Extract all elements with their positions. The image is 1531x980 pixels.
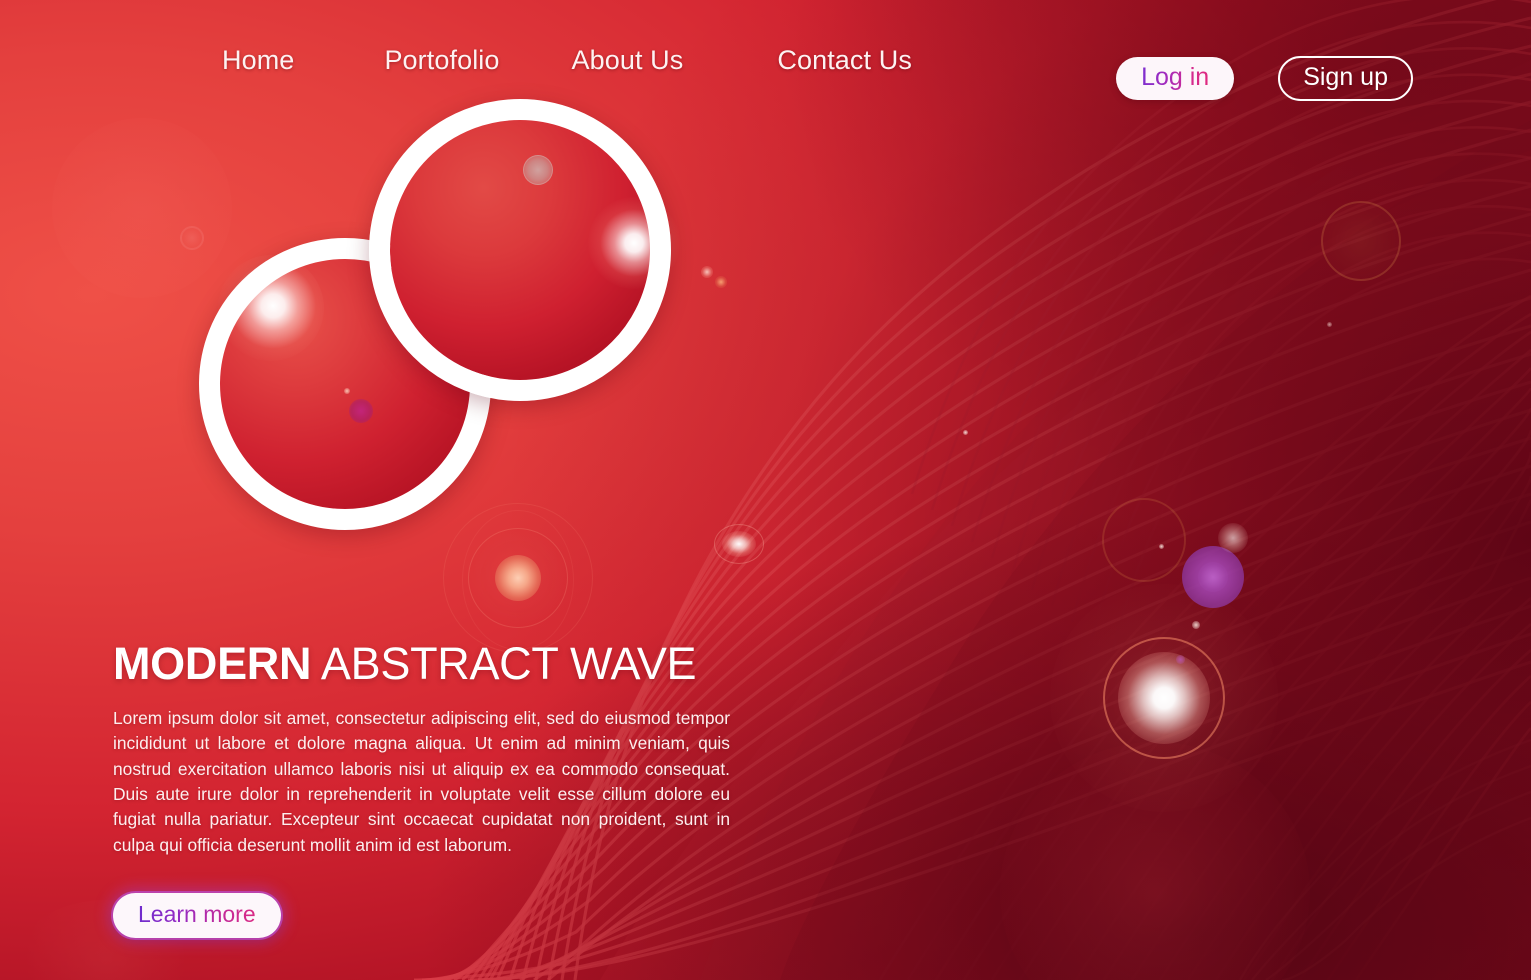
micro-flare-2 — [1176, 655, 1185, 664]
purple-lens-orb — [1182, 546, 1244, 608]
micro-flare-4 — [963, 430, 968, 435]
white-streak-ring — [714, 524, 764, 564]
signup-button[interactable]: Sign up — [1278, 56, 1413, 101]
micro-flare-1 — [1192, 621, 1200, 629]
main-flare-ring — [1103, 637, 1225, 759]
bottom-red-glow — [1000, 742, 1310, 980]
purple-orb-core — [1198, 562, 1228, 592]
small-white-orb — [1218, 523, 1248, 553]
orange-flare-ring-top — [1321, 201, 1401, 281]
main-flare-halo — [1050, 584, 1278, 812]
sphere-upper-highlight — [588, 197, 680, 289]
hero-section: MODERN ABSTRACT WAVE Lorem ipsum dolor s… — [113, 641, 743, 939]
faint-ring-bokeh — [180, 226, 204, 250]
sphere-lower-left — [220, 259, 470, 509]
soft-bokeh-blob — [52, 118, 232, 298]
micro-flare-3 — [1159, 544, 1164, 549]
main-white-lens-flare — [1118, 652, 1210, 744]
nav-item-contact-us[interactable]: Contact Us — [777, 45, 912, 76]
sphere-lower-highlight — [218, 255, 324, 361]
peach-flare-ring-2 — [443, 503, 593, 653]
nav-actions: Log in Sign up — [1116, 56, 1413, 101]
small-bokeh-dot-b — [715, 276, 727, 288]
learn-more-button[interactable]: Learn more — [113, 892, 281, 939]
sphere-upper-right — [390, 120, 650, 380]
ring-lower-left — [199, 238, 491, 530]
hero-title-strong: MODERN — [113, 638, 312, 689]
hero-title-light: ABSTRACT WAVE — [311, 638, 697, 689]
ring-upper-right — [369, 99, 671, 401]
nav-item-portofolio[interactable]: Portofolio — [384, 45, 499, 76]
orange-flare-ring-mid — [1102, 498, 1186, 582]
learn-more-label: Learn more — [138, 900, 256, 927]
nav-links: Home Portofolio About Us Contact Us — [222, 45, 912, 76]
micro-flare-5 — [1327, 322, 1332, 327]
small-bokeh-dot-a — [701, 266, 713, 278]
magenta-bokeh-dot — [349, 399, 373, 423]
hero-body-text: Lorem ipsum dolor sit amet, consectetur … — [113, 708, 730, 855]
grey-bokeh-dot — [523, 155, 553, 185]
peach-lens-flare — [495, 555, 541, 601]
login-button[interactable]: Log in — [1116, 57, 1235, 100]
landing-page: Home Portofolio About Us Contact Us Log … — [0, 0, 1531, 980]
main-navigation: Home Portofolio About Us Contact Us Log … — [0, 0, 1531, 120]
login-button-label: Log in — [1141, 63, 1210, 91]
peach-flare-ring-1 — [468, 528, 568, 628]
nav-item-about-us[interactable]: About Us — [572, 45, 684, 76]
nav-item-home[interactable]: Home — [222, 45, 294, 76]
tiny-bokeh-dot — [344, 388, 350, 394]
peach-flare-ring-3 — [462, 510, 574, 650]
white-streak-flare — [722, 531, 756, 557]
hero-title: MODERN ABSTRACT WAVE — [113, 641, 743, 686]
